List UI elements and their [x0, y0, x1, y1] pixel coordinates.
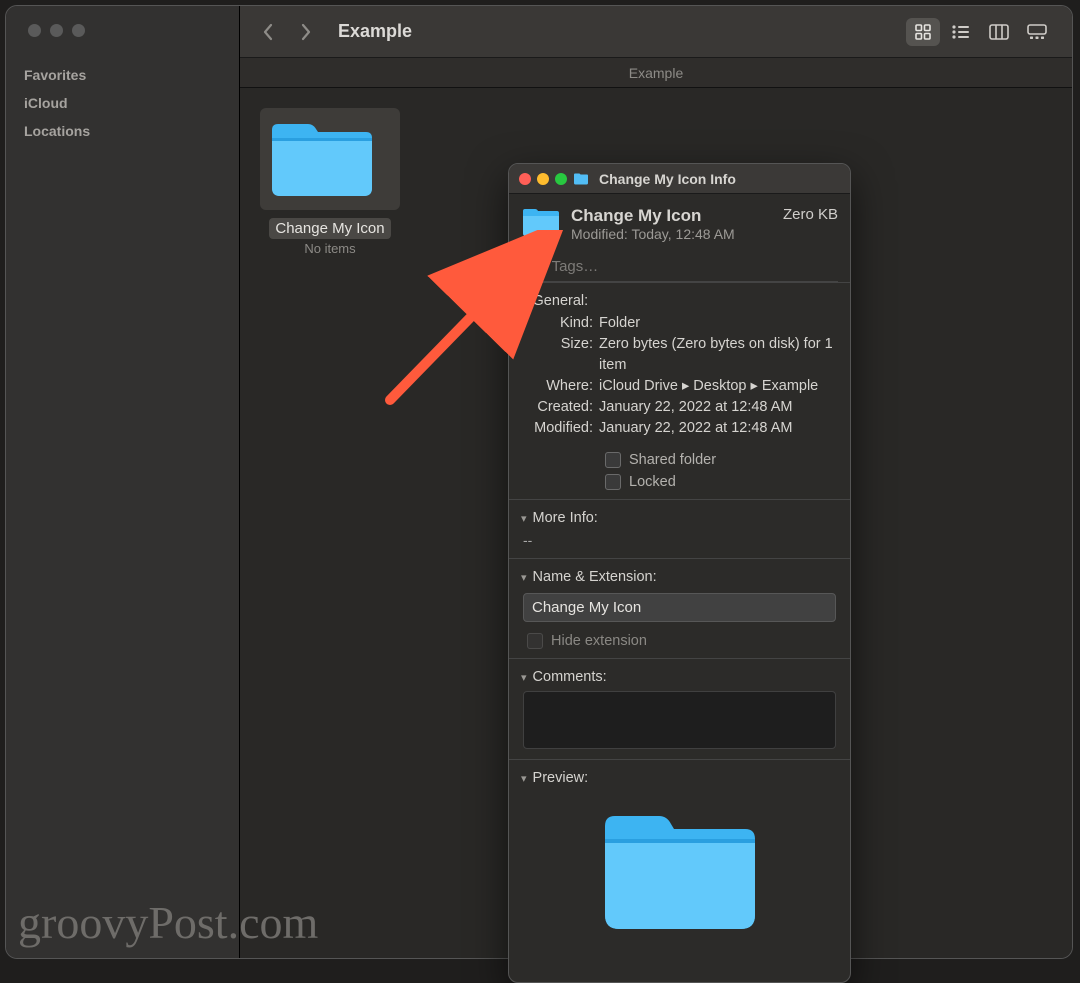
- view-icon-grid[interactable]: [906, 18, 940, 46]
- sidebar-heading-icloud[interactable]: iCloud: [6, 89, 239, 117]
- view-icon-gallery[interactable]: [1020, 18, 1054, 46]
- info-window-title: Change My Icon Info: [599, 171, 736, 187]
- close-dot[interactable]: [28, 24, 41, 37]
- info-header-size: Zero KB: [783, 206, 838, 223]
- locked-checkbox[interactable]: Locked: [509, 471, 850, 493]
- general-details: Kind:Folder Size:Zero bytes (Zero bytes …: [509, 313, 850, 441]
- nav-back-icon[interactable]: [258, 23, 278, 41]
- nav-forward-icon[interactable]: [296, 23, 316, 41]
- section-preview[interactable]: ▾ Preview:: [509, 759, 850, 790]
- watermark: groovyPost.com: [18, 896, 318, 949]
- view-icon-columns[interactable]: [982, 18, 1016, 46]
- more-info-value: --: [509, 530, 850, 558]
- section-general[interactable]: ▾ General:: [509, 282, 850, 313]
- hide-extension-checkbox: Hide extension: [509, 630, 850, 652]
- chevron-down-icon: ▾: [521, 671, 527, 684]
- chevron-down-icon: ▾: [521, 571, 527, 584]
- info-header-folder-icon[interactable]: [521, 206, 561, 240]
- chevron-down-icon: ▾: [521, 295, 527, 308]
- info-zoom-dot[interactable]: [555, 173, 567, 185]
- shared-folder-checkbox[interactable]: Shared folder: [509, 449, 850, 471]
- toolbar-title: Example: [338, 21, 412, 42]
- info-titlebar[interactable]: Change My Icon Info: [509, 164, 850, 194]
- checkbox-icon: [527, 633, 543, 649]
- info-title-folder-icon: [573, 172, 589, 185]
- checkbox-icon: [605, 474, 621, 490]
- info-header: Change My Icon Modified: Today, 12:48 AM…: [509, 194, 850, 246]
- preview-folder-icon: [509, 790, 850, 960]
- checkbox-icon: [605, 452, 621, 468]
- section-name-extension[interactable]: ▾ Name & Extension:: [509, 558, 850, 589]
- view-switcher: [906, 18, 1054, 46]
- folder-icon: [266, 114, 394, 204]
- comments-textarea[interactable]: [523, 691, 836, 749]
- sidebar-heading-favorites[interactable]: Favorites: [6, 61, 239, 89]
- zoom-dot[interactable]: [72, 24, 85, 37]
- section-comments[interactable]: ▾ Comments:: [509, 658, 850, 689]
- chevron-down-icon: ▾: [521, 772, 527, 785]
- info-close-dot[interactable]: [519, 173, 531, 185]
- toolbar: Example: [240, 6, 1072, 58]
- view-icon-list[interactable]: [944, 18, 978, 46]
- name-extension-input[interactable]: Change My Icon: [523, 593, 836, 622]
- get-info-window[interactable]: Change My Icon Info Change My Icon Modif…: [508, 163, 851, 983]
- path-bar[interactable]: Example: [240, 58, 1072, 88]
- info-minimize-dot[interactable]: [537, 173, 549, 185]
- folder-item-subtitle: No items: [260, 241, 400, 256]
- section-more-info[interactable]: ▾ More Info:: [509, 499, 850, 530]
- tags-input[interactable]: Add Tags…: [521, 252, 838, 282]
- info-header-modified: Modified: Today, 12:48 AM: [571, 226, 773, 242]
- chevron-down-icon: ▾: [521, 512, 527, 525]
- sidebar-heading-locations[interactable]: Locations: [6, 117, 239, 145]
- folder-item[interactable]: Change My Icon No items: [260, 108, 400, 256]
- folder-item-name[interactable]: Change My Icon: [269, 218, 390, 239]
- info-header-name: Change My Icon: [571, 206, 773, 226]
- sidebar: Favorites iCloud Locations: [6, 6, 240, 958]
- minimize-dot[interactable]: [50, 24, 63, 37]
- window-controls: [6, 20, 239, 61]
